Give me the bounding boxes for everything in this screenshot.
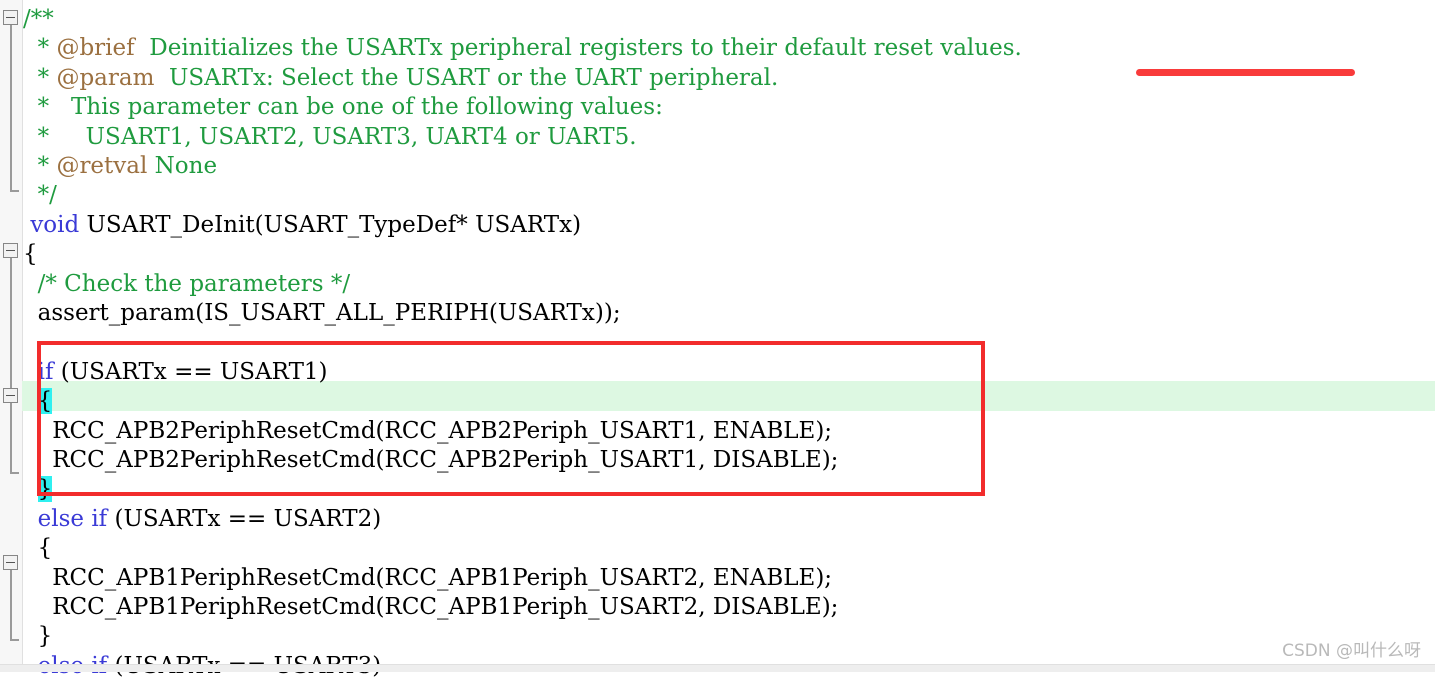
code-span-cmt: USARTx: Select the USART or the UART per…: [154, 64, 779, 91]
code-line[interactable]: {: [23, 239, 38, 269]
code-span-cmt: */: [23, 182, 57, 209]
code-line[interactable]: if (USARTx == USART1): [23, 357, 328, 387]
code-line[interactable]: * @brief Deinitializes the USARTx periph…: [23, 33, 1022, 63]
code-span-cmt: * USART1, USART2, USART3, UART4 or UART5…: [23, 123, 637, 150]
code-line[interactable]: }: [23, 474, 53, 504]
fold-tree-line: [10, 25, 12, 191]
code-line[interactable]: /* Check the parameters */: [23, 269, 350, 299]
code-line[interactable]: {: [23, 533, 53, 563]
code-span-plain: [23, 506, 38, 532]
code-span-plain: (USARTx == USART2): [107, 505, 382, 532]
code-span-cmt: /**: [23, 6, 54, 32]
code-span-plain: [23, 271, 38, 297]
code-span-brace-match: {: [37, 388, 53, 415]
code-line[interactable]: * USART1, USART2, USART3, UART4 or UART5…: [23, 122, 637, 152]
code-span-plain: (USARTx == USART1): [53, 358, 328, 385]
fold-minus-icon[interactable]: [3, 10, 18, 25]
code-span-cmt: *: [23, 153, 57, 179]
code-line[interactable]: RCC_APB2PeriphResetCmd(RCC_APB2Periph_US…: [23, 416, 832, 446]
code-span-tag: @param: [56, 64, 155, 91]
code-span-plain: [23, 388, 38, 414]
fold-region-end-tick: [10, 639, 19, 641]
code-span-kw: void: [30, 211, 80, 238]
code-span-plain: [23, 476, 38, 502]
code-line[interactable]: * This parameter can be one of the follo…: [23, 92, 663, 122]
code-span-tag: @brief: [56, 35, 135, 62]
code-span-plain: }: [23, 623, 53, 650]
code-span-plain: assert_param(IS_USART_ALL_PERIPH(USARTx)…: [23, 300, 621, 326]
fold-region-end-tick: [10, 472, 19, 474]
code-line[interactable]: /**: [23, 4, 54, 34]
editor-bottom-strip: [0, 664, 1435, 672]
code-line[interactable]: else if (USARTx == USART2): [23, 504, 382, 534]
fold-tree-line: [10, 258, 12, 390]
fold-tree-line: [10, 570, 12, 640]
code-span-plain: {: [23, 535, 53, 562]
code-span-plain: {: [23, 241, 38, 268]
csdn-watermark: CSDN @叫什么呀: [1282, 641, 1421, 661]
code-span-plain: USART_DeInit(USART_TypeDef* USARTx): [79, 211, 582, 238]
code-span-cmt: None: [147, 153, 218, 179]
code-span-tag: @retval: [56, 153, 148, 179]
code-span-cmt: * This parameter can be one of the follo…: [23, 94, 663, 121]
code-line[interactable]: {: [23, 386, 53, 416]
fold-minus-icon[interactable]: [3, 243, 18, 258]
code-line[interactable]: void USART_DeInit(USART_TypeDef* USARTx): [23, 210, 581, 240]
fold-minus-icon[interactable]: [3, 555, 18, 570]
code-editor: /** * @brief Deinitializes the USARTx pe…: [0, 0, 1435, 679]
code-line[interactable]: */: [23, 180, 57, 210]
code-line[interactable]: RCC_APB2PeriphResetCmd(RCC_APB2Periph_US…: [23, 445, 838, 475]
code-line[interactable]: RCC_APB1PeriphResetCmd(RCC_APB1Periph_US…: [23, 592, 838, 622]
code-line[interactable]: assert_param(IS_USART_ALL_PERIPH(USARTx)…: [23, 298, 621, 328]
code-span-plain: RCC_APB1PeriphResetCmd(RCC_APB1Periph_US…: [23, 564, 833, 591]
fold-minus-icon[interactable]: [3, 388, 18, 403]
code-span-plain: RCC_APB1PeriphResetCmd(RCC_APB1Periph_US…: [23, 594, 839, 620]
code-line[interactable]: * @param USARTx: Select the USART or the…: [23, 63, 779, 93]
code-span-plain: RCC_APB2PeriphResetCmd(RCC_APB2Periph_US…: [23, 447, 839, 473]
code-span-plain: RCC_APB2PeriphResetCmd(RCC_APB2Periph_US…: [23, 417, 833, 444]
code-span-cmt: *: [23, 64, 57, 91]
code-span-kw: else if: [37, 505, 108, 532]
code-line[interactable]: }: [23, 621, 53, 651]
fold-region-end-tick: [10, 190, 19, 192]
code-span-cmt: /* Check the parameters */: [37, 270, 351, 297]
code-span-kw: if: [37, 358, 54, 385]
code-span-cmt: *: [23, 35, 57, 62]
code-span-brace-match: }: [37, 476, 53, 503]
code-span-cmt: Deinitializes the USARTx peripheral regi…: [134, 35, 1022, 62]
fold-tree-line: [10, 403, 12, 473]
code-text-area[interactable]: /** * @brief Deinitializes the USARTx pe…: [23, 0, 1435, 679]
code-line[interactable]: * @retval None: [23, 151, 217, 181]
code-span-plain: [23, 359, 38, 385]
code-line[interactable]: RCC_APB1PeriphResetCmd(RCC_APB1Periph_US…: [23, 563, 832, 593]
